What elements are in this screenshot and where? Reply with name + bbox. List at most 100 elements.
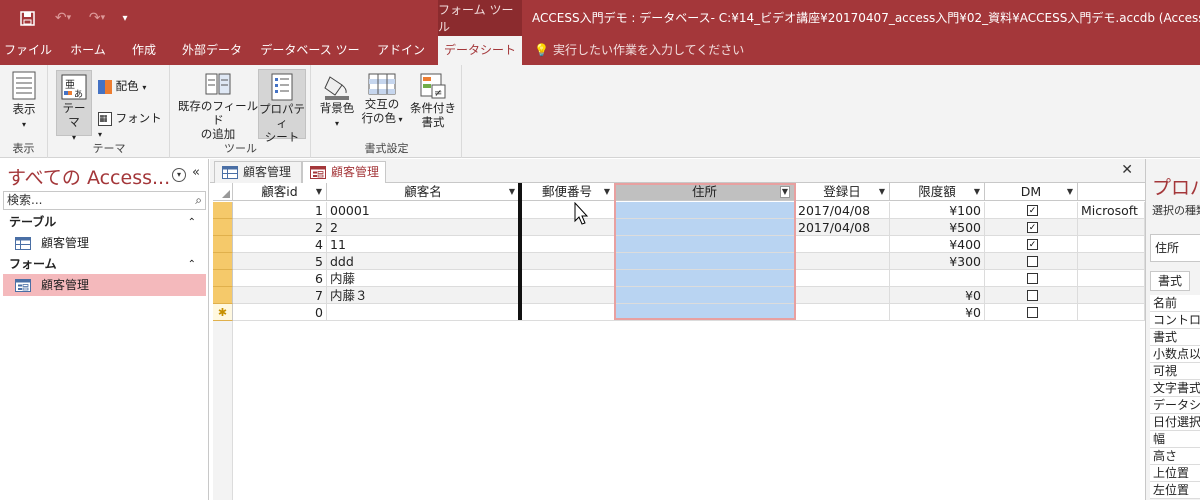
cell-zip[interactable] (520, 202, 615, 219)
nav-pane-title[interactable]: すべての Access... (7, 163, 170, 190)
add-existing-fields-button[interactable]: 既存のフィールド の追加 (175, 71, 261, 141)
record-selector[interactable] (213, 202, 233, 219)
nav-menu-icon[interactable]: ▾ (172, 168, 186, 182)
tell-me-box[interactable]: 💡 実行したい作業を入力してください (534, 36, 744, 65)
cell-name[interactable]: ddd (327, 253, 520, 270)
color-scheme-button[interactable]: 配色 ▾ (98, 79, 166, 97)
doc-tab-form-customers[interactable]: 顧客管理 (302, 161, 386, 184)
cell-limit[interactable]: ¥100 (890, 202, 985, 219)
cell-id[interactable]: 7 (233, 287, 327, 304)
cell-limit[interactable]: ¥400 (890, 236, 985, 253)
cell-name[interactable]: 内藤３ (327, 287, 520, 304)
cell-name[interactable] (327, 304, 520, 321)
column-header-limit[interactable]: 限度額 ▼ (890, 183, 985, 201)
cell-zip[interactable] (520, 270, 615, 287)
cell-extra[interactable] (1078, 270, 1145, 287)
cell-address[interactable] (615, 202, 795, 219)
property-row[interactable]: 書式 (1150, 329, 1200, 346)
cell-limit[interactable]: ¥0 (890, 287, 985, 304)
property-row[interactable]: 左位置 (1150, 482, 1200, 499)
cell-dm[interactable] (985, 253, 1078, 270)
cell-dm[interactable]: ✓ (985, 236, 1078, 253)
cell-address[interactable] (615, 219, 795, 236)
cell-extra[interactable] (1078, 304, 1145, 321)
cell-address[interactable] (615, 287, 795, 304)
property-row[interactable]: 幅 (1150, 431, 1200, 448)
cell-id[interactable]: 0 (233, 304, 327, 321)
cell-dm[interactable] (985, 304, 1078, 321)
tab-file[interactable]: ファイル (0, 36, 56, 65)
column-header-address[interactable]: 住所 ▼ (615, 183, 795, 201)
cell-extra[interactable]: Microsoft (1078, 202, 1145, 219)
nav-search-input[interactable]: 検索... ⌕ (3, 191, 206, 210)
cell-zip[interactable] (520, 219, 615, 236)
dropdown-arrow-icon[interactable]: ▼ (1067, 183, 1073, 201)
cell-address[interactable] (615, 236, 795, 253)
cell-date[interactable] (795, 236, 890, 253)
font-button[interactable]: ▦ フォント ▾ (98, 111, 168, 139)
cell-id[interactable]: 4 (233, 236, 327, 253)
cell-name[interactable]: 2 (327, 219, 520, 236)
cell-dm[interactable] (985, 270, 1078, 287)
cell-date[interactable] (795, 270, 890, 287)
alternate-row-color-button[interactable]: 交互の 行の色 ▾ (360, 71, 404, 137)
doc-tab-table-customers[interactable]: 顧客管理 (214, 161, 302, 183)
cell-address[interactable] (615, 270, 795, 287)
cell-id[interactable]: 5 (233, 253, 327, 270)
dropdown-arrow-icon[interactable]: ▼ (974, 183, 980, 201)
conditional-format-button[interactable]: ≠ 条件付き 書式 (408, 71, 458, 137)
tab-create[interactable]: 作成 (120, 36, 168, 65)
dropdown-arrow-icon[interactable]: ▼ (879, 183, 885, 201)
dropdown-arrow-icon[interactable]: ▼ (316, 183, 322, 201)
dropdown-arrow-icon[interactable]: ▼ (604, 183, 610, 201)
theme-button[interactable]: 亜あ テーマ ▾ (56, 70, 92, 142)
cell-limit[interactable]: ¥500 (890, 219, 985, 236)
cell-dm[interactable] (985, 287, 1078, 304)
cell-id[interactable]: 1 (233, 202, 327, 219)
cell-extra[interactable] (1078, 219, 1145, 236)
cell-extra[interactable] (1078, 287, 1145, 304)
cell-dm[interactable]: ✓ (985, 202, 1078, 219)
column-header-zip[interactable]: 郵便番号 ▼ (520, 183, 615, 201)
collapse-pane-icon[interactable]: « (192, 165, 200, 180)
tab-home[interactable]: ホーム (58, 36, 118, 65)
column-header-date[interactable]: 登録日 ▼ (795, 183, 890, 201)
cell-name[interactable]: 内藤 (327, 270, 520, 287)
cell-name[interactable]: 00001 (327, 202, 520, 219)
tab-database-tools[interactable]: データベース ツール (256, 36, 364, 86)
property-row[interactable]: データシートの標題 (1150, 397, 1200, 414)
cell-date[interactable] (795, 287, 890, 304)
close-icon[interactable]: ✕ (1121, 162, 1133, 178)
dm-checkbox[interactable]: ✓ (1027, 222, 1038, 233)
tab-addins[interactable]: アドイン (370, 36, 432, 65)
nav-section-tables[interactable]: テーブル ⌃ (3, 213, 206, 232)
cell-name[interactable]: 11 (327, 236, 520, 253)
record-selector[interactable] (213, 253, 233, 270)
property-row[interactable]: 日付選択カレンダーの表示 (1150, 414, 1200, 431)
dm-checkbox[interactable] (1027, 307, 1038, 318)
cell-date[interactable]: 2017/04/08 (795, 202, 890, 219)
cell-limit[interactable]: ¥0 (890, 304, 985, 321)
background-color-button[interactable]: 背景色 ▾ (316, 71, 358, 137)
record-selector[interactable] (213, 236, 233, 253)
cell-date[interactable] (795, 304, 890, 321)
customize-qat-icon[interactable]: ▾ (118, 0, 132, 36)
save-icon[interactable] (14, 0, 40, 36)
property-row[interactable]: 文字書式 (1150, 380, 1200, 397)
dm-checkbox[interactable] (1027, 273, 1038, 284)
property-row[interactable]: 上位置 (1150, 465, 1200, 482)
dm-checkbox[interactable]: ✓ (1027, 205, 1038, 216)
property-row[interactable]: コントロールソース (1150, 312, 1200, 329)
cell-limit[interactable] (890, 270, 985, 287)
cell-extra[interactable] (1078, 253, 1145, 270)
record-selector[interactable] (213, 219, 233, 236)
dropdown-arrow-icon[interactable]: ▼ (779, 186, 790, 198)
cell-zip[interactable] (520, 236, 615, 253)
cell-id[interactable]: 2 (233, 219, 327, 236)
nav-item-form-customers[interactable]: 顧客管理 (3, 274, 206, 296)
cell-id[interactable]: 6 (233, 270, 327, 287)
cell-zip[interactable] (520, 304, 615, 321)
column-header-id[interactable]: 顧客id ▼ (233, 183, 327, 201)
cell-extra[interactable] (1078, 236, 1145, 253)
cell-address[interactable] (615, 253, 795, 270)
